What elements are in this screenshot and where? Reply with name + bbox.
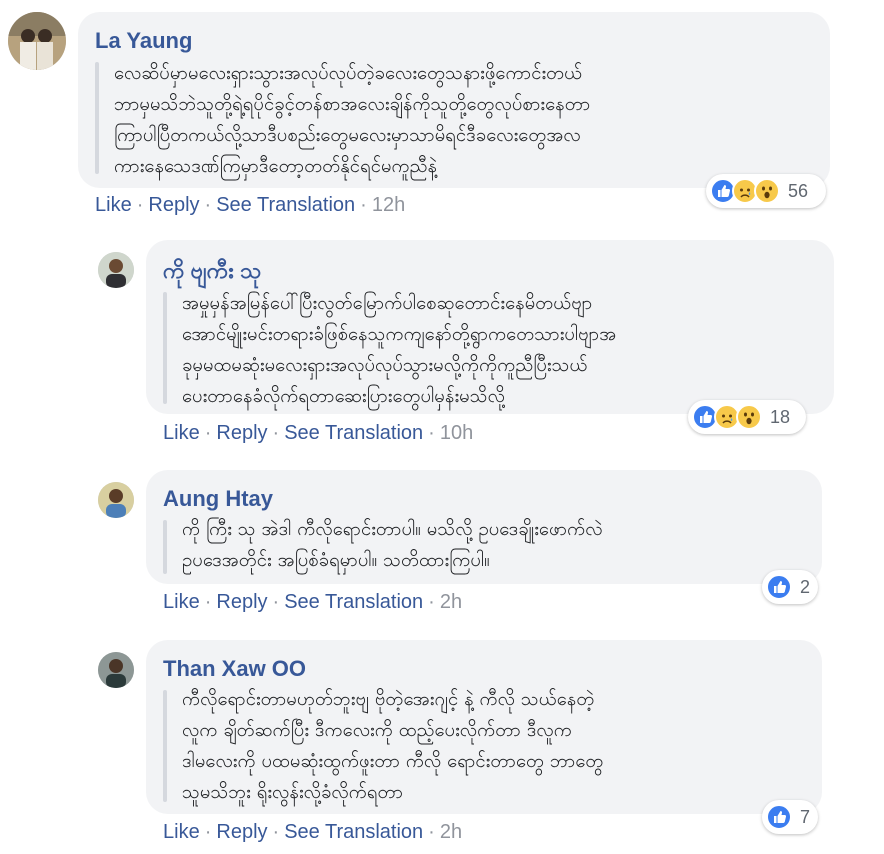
separator: · <box>428 821 435 843</box>
comment-actions: Like · Reply · See Translation · 2h <box>163 821 462 844</box>
comment-line: ဒါမလေးကို ပထမဆုံးထွက်ဖူးတာ ကီလို ရောင်းတ… <box>182 751 604 772</box>
comment-line: ကီလိုရောင်းတာမဟုတ်ဘူးဗျ ဗိုတဲ့အေးဂျင့် န… <box>182 689 595 710</box>
quote-bar <box>163 690 167 802</box>
reaction-summary[interactable]: 7 <box>762 800 818 834</box>
comment: Than Xaw OO ကီလိုရောင်းတာမဟုတ်ဘူးဗျ ဗိုတ… <box>0 0 884 854</box>
comment-line: သူမသိဘူး ရိုးလွန်းလို့ခံလိုက်ရတာ <box>182 782 404 803</box>
reaction-count: 7 <box>800 806 811 827</box>
see-translation-link[interactable]: See Translation <box>284 821 423 843</box>
comment-text: ကီလိုရောင်းတာမဟုတ်ဘူးဗျ ဗိုတဲ့အေးဂျင့် န… <box>182 684 603 808</box>
separator: · <box>272 821 280 843</box>
separator: · <box>204 821 212 843</box>
timestamp[interactable]: 2h <box>440 821 462 843</box>
author-name[interactable]: Than Xaw OO <box>163 656 306 682</box>
like-button[interactable]: Like <box>163 821 200 843</box>
like-icon <box>766 804 792 830</box>
avatar[interactable] <box>98 652 134 688</box>
reply-button[interactable]: Reply <box>216 821 267 843</box>
comment-line: လူက ချိတ်ဆက်ပြီး ဒီကလေးကို ထည့်ပေးလိုက်တ… <box>182 720 572 741</box>
